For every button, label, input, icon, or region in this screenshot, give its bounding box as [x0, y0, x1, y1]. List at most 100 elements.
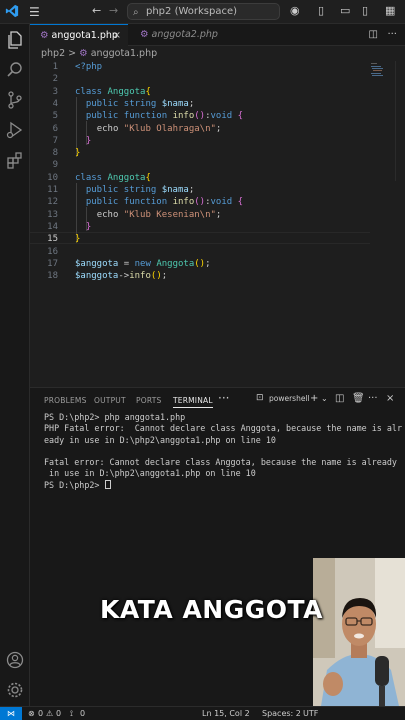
split-editor-icon[interactable]: ◫ [368, 29, 377, 40]
code-line[interactable]: 5 public function info():void { [30, 110, 390, 122]
webcam-overlay [313, 558, 405, 706]
kill-terminal-icon[interactable]: 🗑 [352, 393, 365, 404]
close-tab-icon[interactable]: × [113, 25, 121, 47]
tab-output[interactable]: OUTPUT [94, 396, 126, 405]
settings-gear-icon[interactable] [5, 680, 25, 700]
editor-scrollbar[interactable] [395, 61, 405, 181]
terminal-output[interactable]: PS D:\php2> php anggota1.php PHP Fatal er… [44, 412, 402, 491]
chevron-down-icon[interactable]: ⌄ [321, 394, 328, 403]
split-terminal-icon[interactable]: ◫ [335, 393, 344, 404]
terminal-line: PS D:\php2> [44, 479, 394, 491]
code-line[interactable]: 7 } [30, 135, 390, 147]
line-number: 4 [52, 98, 58, 109]
code-line[interactable]: 10 class Anggota{ [30, 172, 390, 184]
tab-anggota1[interactable]: ⚙ anggota1.php × [30, 24, 128, 46]
code-line[interactable]: 2 [30, 73, 390, 85]
tab-problems[interactable]: PROBLEMS [44, 396, 87, 405]
tab-terminal[interactable]: TERMINAL [173, 396, 213, 408]
warnings-count[interactable]: 0 [56, 707, 61, 720]
shell-label[interactable]: powershell [269, 394, 310, 403]
line-number: 6 [52, 123, 58, 134]
run-debug-icon[interactable] [5, 120, 25, 140]
code-editor[interactable]: 1 <?php 2 3 class Anggota{4 public string $n… [30, 61, 405, 387]
line-number: 7 [52, 135, 58, 146]
extensions-icon[interactable] [5, 150, 25, 170]
breadcrumb-folder[interactable]: php2 [41, 48, 65, 59]
more-actions-icon[interactable]: ··· [368, 393, 378, 404]
code-line[interactable]: 15} [30, 233, 390, 245]
toggle-panel-icon[interactable]: ▭ [340, 4, 350, 17]
search-icon[interactable] [5, 60, 25, 80]
back-arrow-icon[interactable]: ← [92, 4, 101, 17]
code-line[interactable]: 3 class Anggota{ [30, 86, 390, 98]
code-text: class Anggota{ [75, 86, 151, 97]
code-text: public string $nama; [85, 185, 195, 195]
new-terminal-icon[interactable]: + [310, 393, 318, 404]
line-number: 1 [52, 62, 58, 72]
line-number: 15 [47, 234, 58, 245]
command-center-label: php2 (Workspace) [146, 6, 238, 17]
code-line[interactable]: 18 $anggota->info(); [30, 270, 390, 282]
more-actions-icon[interactable]: ··· [387, 29, 397, 40]
activity-bar [0, 24, 30, 706]
encoding[interactable]: UTF [303, 707, 318, 720]
code-text: } [75, 234, 81, 245]
indentation[interactable]: Spaces: 2 [262, 707, 301, 720]
code-text: } [85, 221, 92, 232]
ports-icon: ⟟ [70, 709, 73, 718]
code-text: public function info():void { [85, 111, 244, 122]
line-number: 12 [47, 197, 58, 208]
code-line[interactable]: 6 echo "Klub Olahraga\n"; [30, 123, 390, 135]
code-text: $anggota = new Anggota(); [75, 258, 211, 269]
code-line[interactable]: 13 echo "Klub Kesenian\n"; [30, 209, 390, 221]
code-line[interactable]: 14 } [30, 221, 390, 233]
line-number: 10 [47, 172, 58, 183]
warnings-icon: ⚠ [46, 709, 54, 718]
line-number: 13 [47, 209, 58, 220]
code-line[interactable]: 16 [30, 246, 390, 258]
code-line[interactable]: 8} [30, 147, 390, 159]
errors-count[interactable]: 0 [38, 707, 43, 720]
tab-anggota2[interactable]: ⚙ anggota2.php [130, 24, 250, 46]
editor-actions: ◫ ··· [368, 29, 397, 40]
panel-more-icon[interactable]: ··· [218, 391, 229, 405]
terminal-line: PHP Fatal error: Cannot declare class An… [44, 423, 402, 434]
php-file-icon: ⚙ [79, 48, 88, 59]
tab-ports[interactable]: PORTS [136, 396, 161, 405]
terminal-line: PS D:\php2> php anggota1.php [44, 412, 186, 422]
remote-indicator-icon[interactable]: ⋈ [0, 707, 22, 720]
tab-label: anggota1.php [51, 30, 118, 41]
forward-arrow-icon[interactable]: → [109, 4, 118, 17]
code-line[interactable]: 17 $anggota = new Anggota(); [30, 258, 390, 270]
copilot-icon[interactable]: ◉ [290, 4, 300, 17]
code-text: <?php [75, 62, 103, 72]
code-line[interactable]: 4 public string $nama; [30, 98, 390, 110]
minimap[interactable] [370, 61, 384, 81]
toggle-secondary-sidebar-icon[interactable]: ▯ [362, 4, 368, 17]
breadcrumb-file[interactable]: anggota1.php [91, 48, 157, 59]
explorer-icon[interactable] [5, 30, 25, 50]
code-text: public string $nama; [85, 98, 195, 109]
toggle-sidebar-icon[interactable]: ▯ [318, 4, 324, 17]
tab-label: anggota2.php [151, 29, 218, 40]
command-center-search[interactable]: ⌕ php2 (Workspace) [127, 3, 280, 20]
cursor-position[interactable]: Ln 15, Col 2 [202, 707, 250, 720]
source-control-icon[interactable] [5, 90, 25, 110]
code-line[interactable]: 11 public string $nama; [30, 184, 390, 196]
code-line[interactable]: 12 public function info():void { [30, 196, 390, 208]
code-line[interactable]: 9 [30, 159, 390, 171]
line-number: 5 [52, 111, 58, 122]
menu-icon[interactable]: ☰ [29, 5, 40, 19]
code-text: echo "Klub Kesenian\n"; [96, 209, 222, 220]
customize-layout-icon[interactable]: ▦ [385, 4, 395, 17]
line-number: 8 [52, 148, 58, 159]
terminal-cursor [104, 479, 111, 489]
account-icon[interactable] [5, 650, 25, 670]
ports-count[interactable]: 0 [80, 707, 85, 720]
close-panel-icon[interactable]: × [386, 393, 394, 404]
breadcrumb-separator: > [68, 48, 77, 59]
code-line[interactable]: 1 <?php [30, 61, 390, 73]
code-text: public function info():void { [85, 197, 244, 208]
terminal-line: eady in use in D:\php2\anggota1.php on l… [44, 434, 276, 445]
